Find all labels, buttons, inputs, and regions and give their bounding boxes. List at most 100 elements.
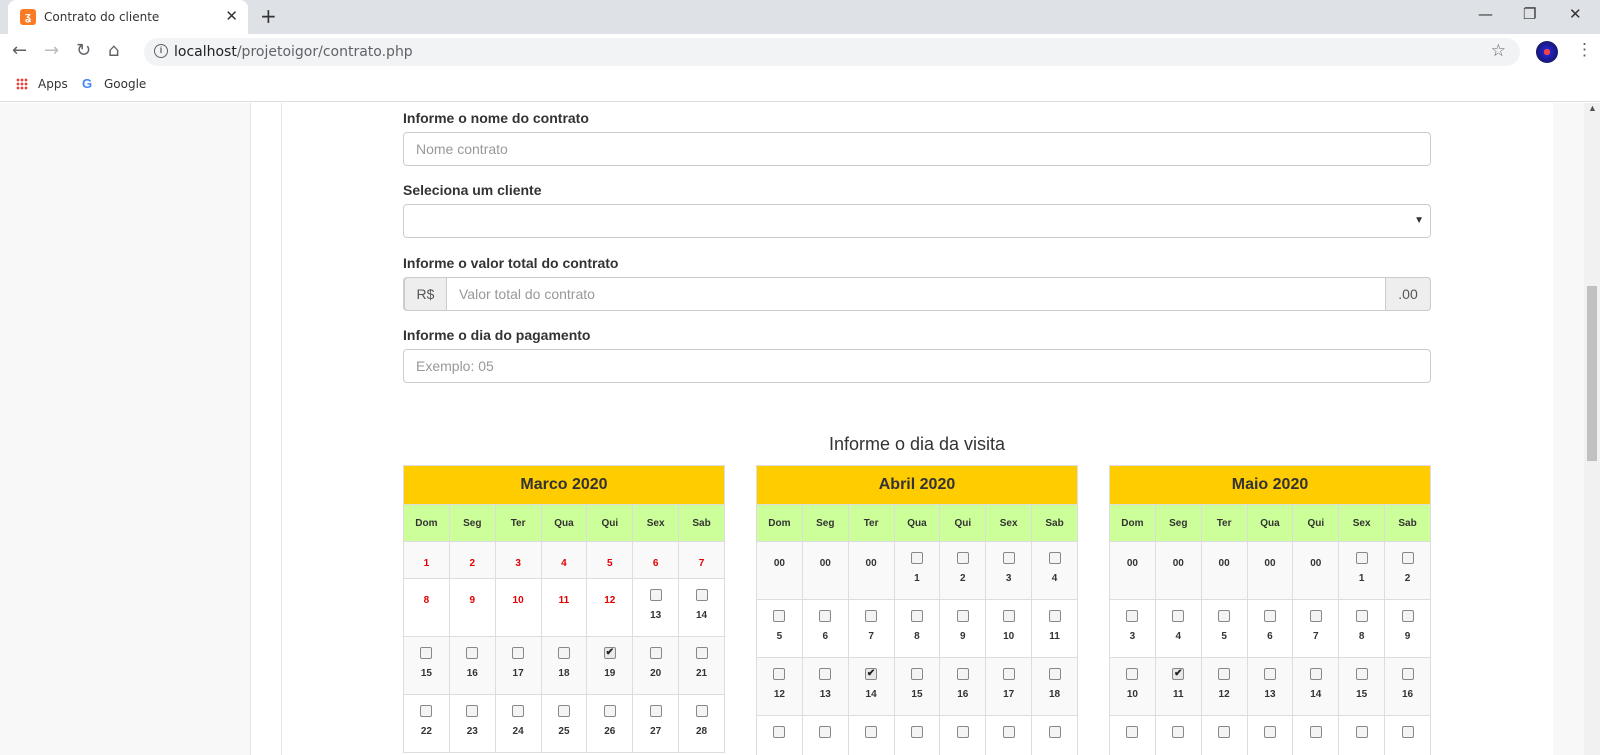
calendar-day[interactable] [1246, 715, 1294, 755]
profile-avatar[interactable] [1536, 41, 1558, 63]
day-checkbox[interactable] [1048, 552, 1061, 564]
day-checkbox[interactable] [649, 589, 662, 601]
calendar-day[interactable]: 2 [939, 541, 987, 600]
calendar-day[interactable]: 10 [985, 599, 1033, 658]
day-checkbox[interactable] [1355, 552, 1368, 564]
home-icon[interactable]: ⌂ [108, 40, 119, 61]
scroll-thumb[interactable] [1587, 286, 1597, 461]
calendar-day[interactable]: 13 [1246, 657, 1294, 716]
address-bar[interactable]: i localhost/projetoigor/contrato.php ☆ [144, 38, 1520, 66]
day-checkbox[interactable] [649, 705, 662, 717]
day-checkbox[interactable] [956, 726, 969, 738]
day-checkbox[interactable] [1401, 610, 1414, 622]
day-checkbox[interactable] [557, 705, 570, 717]
calendar-day[interactable] [801, 715, 849, 755]
day-checkbox[interactable] [1002, 552, 1015, 564]
day-checkbox[interactable] [1355, 668, 1368, 680]
day-checkbox[interactable] [910, 726, 923, 738]
day-checkbox[interactable] [1309, 668, 1322, 680]
calendar-day[interactable]: 7 [1292, 599, 1340, 658]
calendar-day[interactable]: 16 [1384, 657, 1431, 716]
calendar-day[interactable]: 20 [632, 636, 680, 695]
day-checkbox[interactable] [956, 668, 969, 680]
minimize-icon[interactable]: — [1478, 5, 1493, 23]
day-checkbox[interactable] [1263, 668, 1276, 680]
day-checkbox[interactable] [1263, 726, 1276, 738]
day-checkbox[interactable] [420, 647, 433, 659]
calendar-day[interactable]: 11 [1031, 599, 1078, 658]
day-checkbox[interactable] [910, 552, 923, 564]
calendar-day[interactable]: 17 [494, 636, 542, 695]
calendar-day[interactable]: 18 [540, 636, 588, 695]
browser-tab[interactable]: ʓ Contrato do cliente ✕ [8, 0, 248, 34]
day-checkbox[interactable] [1172, 726, 1185, 738]
calendar-day[interactable] [985, 715, 1033, 755]
day-checkbox[interactable] [1126, 726, 1139, 738]
calendar-day[interactable]: 5 [1200, 599, 1248, 658]
calendar-day[interactable] [893, 715, 941, 755]
day-checkbox[interactable] [1218, 668, 1231, 680]
day-checkbox[interactable] [819, 668, 832, 680]
day-checkbox-checked[interactable]: ✔ [865, 668, 878, 680]
day-checkbox[interactable] [512, 647, 525, 659]
scrollbar[interactable]: ▲ [1584, 103, 1600, 755]
calendar-day[interactable]: 6 [1246, 599, 1294, 658]
day-checkbox[interactable] [1218, 610, 1231, 622]
calendar-day[interactable]: 7 [847, 599, 895, 658]
calendar-day[interactable]: 28 [678, 694, 725, 753]
calendar-day[interactable]: 3 [985, 541, 1033, 600]
day-checkbox[interactable] [1263, 610, 1276, 622]
calendar-day[interactable]: 27 [632, 694, 680, 753]
valor-total-input[interactable]: Valor total do contrato [459, 286, 595, 302]
day-checkbox[interactable] [603, 705, 616, 717]
day-checkbox[interactable] [1355, 726, 1368, 738]
day-checkbox[interactable] [466, 647, 479, 659]
day-checkbox[interactable] [1048, 610, 1061, 622]
calendar-day[interactable]: 6 [801, 599, 849, 658]
calendar-day[interactable]: 13 [632, 578, 680, 637]
calendar-day[interactable]: 17 [985, 657, 1033, 716]
day-checkbox[interactable] [1172, 610, 1185, 622]
calendar-day[interactable]: 16 [939, 657, 987, 716]
cliente-select[interactable]: ▼ [403, 204, 1431, 238]
day-checkbox[interactable] [1048, 668, 1061, 680]
back-icon[interactable]: ← [12, 40, 27, 61]
scroll-up-icon[interactable]: ▲ [1588, 103, 1597, 113]
calendar-day[interactable]: 12 [1200, 657, 1248, 716]
day-checkbox[interactable] [420, 705, 433, 717]
day-checkbox[interactable] [865, 726, 878, 738]
calendar-day[interactable]: 9 [939, 599, 987, 658]
calendar-day[interactable]: 5 [756, 599, 803, 658]
calendar-day[interactable] [1338, 715, 1386, 755]
calendar-day[interactable]: 24 [494, 694, 542, 753]
day-checkbox[interactable] [819, 726, 832, 738]
day-checkbox[interactable] [1401, 552, 1414, 564]
calendar-day[interactable] [1154, 715, 1202, 755]
calendar-day[interactable]: ✔ 11 [1154, 657, 1202, 716]
day-checkbox[interactable] [557, 647, 570, 659]
day-checkbox[interactable] [1048, 726, 1061, 738]
day-checkbox[interactable] [695, 647, 708, 659]
day-checkbox[interactable] [956, 610, 969, 622]
calendar-day[interactable]: 2 [1384, 541, 1431, 600]
calendar-day[interactable] [847, 715, 895, 755]
calendar-day[interactable]: 9 [1384, 599, 1431, 658]
bookmark-star-icon[interactable]: ☆ [1491, 41, 1506, 61]
day-checkbox[interactable] [1309, 610, 1322, 622]
day-checkbox[interactable] [649, 647, 662, 659]
calendar-day[interactable]: 14 [1292, 657, 1340, 716]
new-tab-icon[interactable]: + [260, 4, 277, 28]
calendar-day[interactable]: 14 [678, 578, 725, 637]
calendar-day[interactable]: 3 [1109, 599, 1156, 658]
day-checkbox[interactable] [695, 589, 708, 601]
day-checkbox[interactable] [819, 610, 832, 622]
day-checkbox[interactable] [695, 705, 708, 717]
day-checkbox[interactable] [1002, 668, 1015, 680]
calendar-day[interactable] [939, 715, 987, 755]
day-checkbox[interactable] [466, 705, 479, 717]
calendar-day[interactable]: 21 [678, 636, 725, 695]
calendar-day[interactable]: 15 [403, 636, 450, 695]
calendar-day[interactable]: 16 [448, 636, 496, 695]
dia-pagamento-input[interactable]: Exemplo: 05 [403, 349, 1431, 383]
calendar-day[interactable] [1292, 715, 1340, 755]
